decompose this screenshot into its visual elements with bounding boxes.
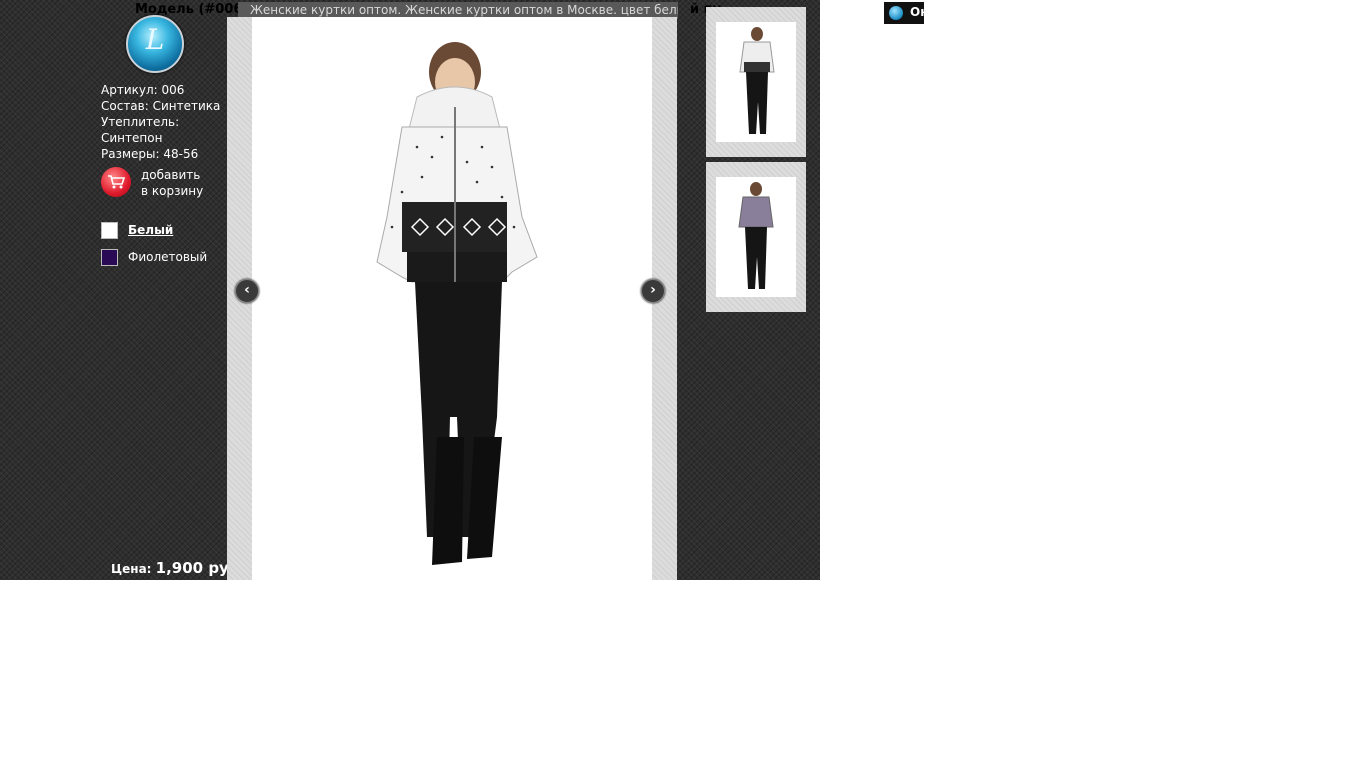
composition-text: Состав: Синтетика <box>101 99 221 113</box>
cart-label-line2: в корзину <box>141 184 204 198</box>
shopping-cart-icon <box>101 167 131 197</box>
cart-label-line1: добавить <box>141 168 201 182</box>
main-product-image[interactable] <box>252 17 652 580</box>
color-label-white: Белый <box>128 223 174 237</box>
thumbnail-purple[interactable] <box>706 162 806 312</box>
model-figure <box>376 42 538 565</box>
color-label-purple: Фиолетовый <box>128 250 208 264</box>
price: Цена: 1,900 руб. <box>111 559 245 577</box>
color-swatch-white <box>101 222 118 239</box>
price-label: Цена: <box>111 562 152 576</box>
add-to-cart-button[interactable]: добавить в корзину <box>101 167 221 201</box>
chevron-left-icon: ‹ <box>244 282 250 298</box>
article-text: Артикул: 006 <box>101 83 185 97</box>
next-image-button[interactable]: › <box>641 279 665 303</box>
brand-logo[interactable]: L <box>126 15 184 73</box>
online-label: Он <box>910 5 929 19</box>
prev-image-button[interactable]: ‹ <box>235 279 259 303</box>
online-consultant-button[interactable]: Он <box>884 2 929 24</box>
thumbnail-white-image <box>716 22 796 142</box>
thumbnail-purple-image <box>716 177 796 297</box>
chevron-right-icon: › <box>650 282 656 298</box>
globe-icon <box>889 6 903 20</box>
product-info: Артикул: 006 Состав: Синтетика Утеплител… <box>101 82 221 162</box>
color-swatch-purple <box>101 249 118 266</box>
thumbnail-white[interactable] <box>706 7 806 157</box>
insulation-label: Утеплитель: <box>101 115 180 129</box>
insulation-value: Синтепон <box>101 131 163 145</box>
sizes-text: Размеры: 48-56 <box>101 147 199 161</box>
logo-letter: L <box>145 23 165 56</box>
